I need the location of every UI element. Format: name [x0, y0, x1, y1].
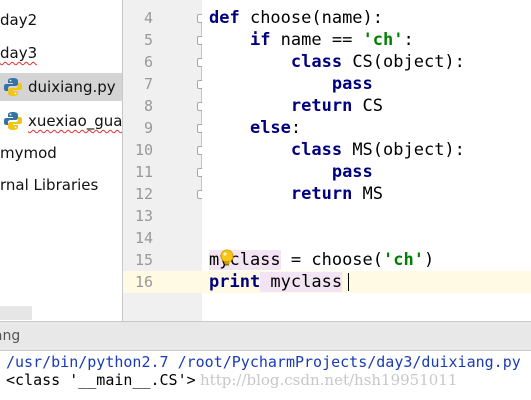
- tree-item-duixiang[interactable]: duixiang.py: [0, 73, 122, 101]
- code-line-4[interactable]: def choose(name):: [209, 7, 383, 29]
- lightbulb-icon[interactable]: [220, 249, 234, 267]
- string-literal: 'ch': [383, 250, 424, 270]
- code-line-5[interactable]: if name == 'ch':: [209, 29, 414, 51]
- code-text: MS(object):: [342, 140, 465, 160]
- keyword: class: [290, 140, 343, 160]
- code-line-12[interactable]: return MS: [209, 183, 383, 205]
- tree-item-mymod[interactable]: mymod: [0, 140, 57, 166]
- keyword: def: [209, 8, 240, 28]
- line-number: 11: [134, 163, 153, 181]
- text-caret: [348, 273, 349, 291]
- python-file-icon: [3, 77, 23, 97]
- code-line-6[interactable]: class CS(object):: [209, 51, 465, 73]
- keyword: return: [290, 96, 353, 116]
- line-number: 10: [134, 141, 153, 159]
- line-number: 15: [134, 251, 153, 269]
- keyword: print: [209, 272, 261, 292]
- code-text: ): [423, 250, 435, 270]
- code-line-10[interactable]: class MS(object):: [209, 139, 465, 161]
- variable-usage: myclass: [260, 272, 343, 292]
- code-text: :: [403, 30, 414, 50]
- console-output: <class '__main__.CS'>: [6, 371, 196, 389]
- code-text: MS: [352, 184, 384, 204]
- line-number: 5: [143, 31, 153, 49]
- code-line-7[interactable]: pass: [209, 73, 373, 95]
- code-text: = choose(: [280, 250, 384, 270]
- keyword: pass: [331, 74, 373, 94]
- line-number: 7: [143, 75, 153, 93]
- code-line-11[interactable]: pass: [209, 161, 373, 183]
- tree-item-day3[interactable]: day3: [0, 40, 37, 66]
- watermark: http://blog.csdn.net/hsh19951011: [200, 371, 458, 389]
- tree-item-day2[interactable]: day2: [0, 7, 37, 33]
- line-number: 9: [143, 119, 153, 137]
- line-number: 6: [143, 53, 153, 71]
- line-number: 13: [134, 207, 153, 225]
- line-number: 8: [143, 97, 153, 115]
- horizontal-scrollbar[interactable]: [0, 306, 32, 320]
- code-line-16[interactable]: print myclass: [209, 271, 343, 293]
- run-panel-header: iang: [0, 321, 531, 351]
- tree-item-external-libraries[interactable]: rnal Libraries: [0, 172, 98, 198]
- code-line-9[interactable]: else:: [209, 117, 301, 139]
- tree-item-label: duixiang.py: [28, 78, 116, 96]
- editor-gutter: 4 5 6 7 8 9 10 11 12 13 14 15 16: [122, 0, 206, 321]
- line-number: 12: [134, 185, 153, 203]
- code-line-15[interactable]: myclass = choose('ch'): [209, 249, 434, 271]
- python-file-icon: [3, 111, 23, 131]
- line-number-current: 16: [123, 271, 203, 293]
- keyword: else: [249, 118, 291, 138]
- tree-item-label: day3: [0, 44, 38, 62]
- code-text: choose(name):: [239, 8, 384, 28]
- tree-item-label: mymod: [0, 144, 57, 162]
- keyword: return: [290, 184, 353, 204]
- tree-item-label: xuexiao_gua: [28, 112, 122, 130]
- run-tab-title[interactable]: iang: [0, 328, 20, 344]
- project-tree-panel: day2 day3 duixiang.py xuexiao_gua mymod: [0, 0, 122, 321]
- keyword: if: [249, 30, 271, 50]
- code-editor[interactable]: def choose(name): if name == 'ch': class…: [202, 0, 531, 321]
- code-line-8[interactable]: return CS: [209, 95, 383, 117]
- code-text: name ==: [270, 30, 363, 50]
- run-console[interactable]: /usr/bin/python2.7 /root/PycharmProjects…: [0, 351, 531, 400]
- line-number: 14: [134, 229, 153, 247]
- tree-item-xuexiao[interactable]: xuexiao_gua: [0, 108, 122, 134]
- line-number: 4: [143, 9, 153, 27]
- code-text: :: [290, 118, 302, 138]
- tree-item-label: rnal Libraries: [0, 176, 99, 194]
- code-text: CS(object):: [342, 52, 465, 72]
- code-text: CS: [352, 96, 384, 116]
- string-literal: 'ch': [362, 30, 404, 50]
- tree-item-label: day2: [0, 11, 38, 29]
- console-command: /usr/bin/python2.7 /root/PycharmProjects…: [6, 353, 521, 371]
- keyword: pass: [331, 162, 373, 182]
- keyword: class: [290, 52, 343, 72]
